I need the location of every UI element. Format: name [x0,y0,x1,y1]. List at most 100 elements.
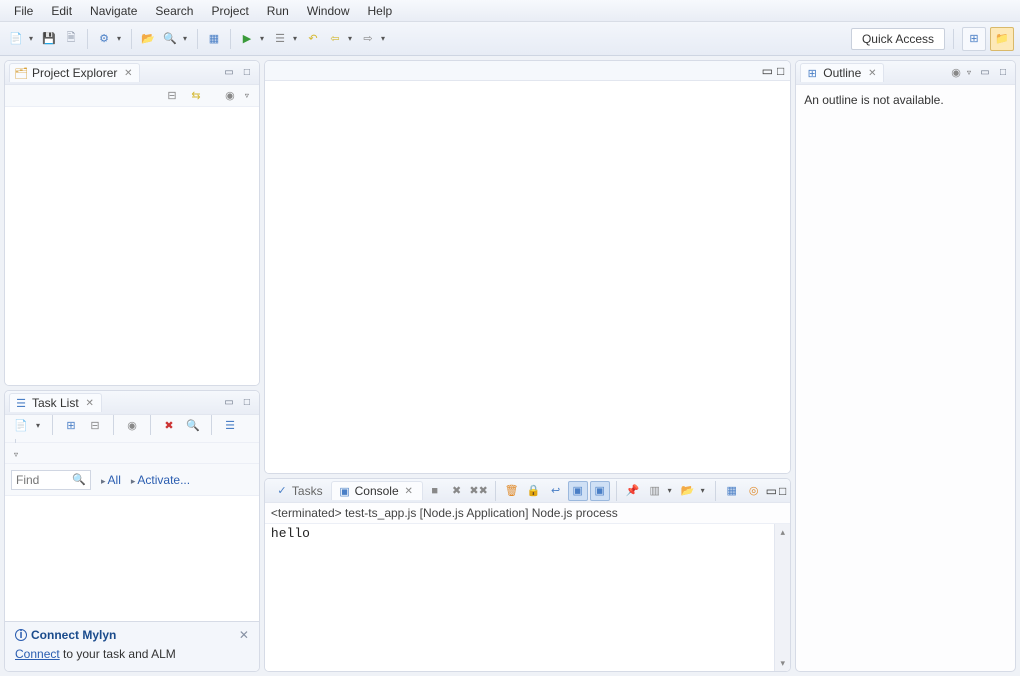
focus-workweek-button[interactable]: ◉ [122,415,142,435]
find-input-box[interactable]: 🔍 [11,470,91,490]
search-icon[interactable]: 🔍 [72,473,86,487]
show-on-error-button[interactable]: ▣ [590,481,610,501]
debug-view-button[interactable]: ▦ [722,481,742,501]
menu-window[interactable]: Window [299,2,358,20]
menu-help[interactable]: Help [360,2,401,20]
task-list-body [5,496,259,621]
dropdown-arrow-icon[interactable]: ▾ [29,34,37,43]
menu-run[interactable]: Run [259,2,297,20]
task-list-tab[interactable]: ☰ Task List ✕ [9,393,102,412]
maximize-icon[interactable]: □ [779,484,786,498]
toggle-breadcrumb-button[interactable]: ▦ [204,29,224,49]
menu-navigate[interactable]: Navigate [82,2,145,20]
debug-button[interactable]: ☰ [270,29,290,49]
minimize-icon[interactable]: ▭ [762,64,773,78]
workspace: 🗂 Project Explorer ✕ ▭ □ ⊟ ⇆ ◉ ▿ ☰ [0,56,1020,676]
console-output[interactable]: hello [265,524,790,543]
show-on-output-button[interactable]: ▣ [568,481,588,501]
maximize-icon[interactable]: □ [995,65,1011,81]
categorized-button[interactable]: ⊞ [61,415,81,435]
dropdown-arrow-icon[interactable]: ▾ [183,34,191,43]
nav-back-button[interactable]: ⇦ [325,29,345,49]
find-button[interactable]: 🔍 [183,415,203,435]
project-explorer-toolbar: ⊟ ⇆ ◉ ▿ [5,85,259,107]
outline-tab[interactable]: ⊞ Outline ✕ [800,63,884,82]
collapse-button[interactable]: ☰ [220,415,240,435]
editor-header: ▭ □ [265,61,790,81]
open-perspective-button[interactable]: ⊞ [962,27,986,51]
maximize-icon[interactable]: □ [777,64,784,78]
menu-search[interactable]: Search [147,2,201,20]
dropdown-arrow-icon[interactable]: ▾ [348,34,356,43]
scroll-down-icon[interactable]: ▾ [775,655,790,671]
clear-console-button[interactable]: 🗑 [502,481,522,501]
remove-launch-button[interactable]: ✖ [447,481,467,501]
search-button[interactable]: 🔍 [160,29,180,49]
toolbar-separator [953,29,954,49]
console-header: ✓ Tasks ▣ Console ✕ ■ ✖ ✖✖ 🗑 🔒 ↩ [265,479,790,503]
all-filter-link[interactable]: ▸All [101,473,121,487]
view-menu-icon[interactable]: ▿ [967,68,975,77]
word-wrap-button[interactable]: ↩ [546,481,566,501]
menu-file[interactable]: File [6,2,41,20]
project-explorer-tab[interactable]: 🗂 Project Explorer ✕ [9,63,140,82]
view-menu-icon[interactable]: ▿ [245,91,253,100]
build-button[interactable]: ⚙ [94,29,114,49]
close-icon[interactable]: ✕ [402,484,416,498]
tasks-tab[interactable]: ✓ Tasks [269,482,329,500]
resource-perspective-button[interactable]: 📁 [990,27,1014,51]
close-icon[interactable]: ✕ [121,66,135,80]
pin-console-button[interactable]: 📌 [623,481,643,501]
new-button[interactable]: 📄 [6,29,26,49]
menu-edit[interactable]: Edit [43,2,80,20]
mylyn-connect-link[interactable]: Connect [15,647,60,661]
terminate-button[interactable]: ■ [425,481,445,501]
new-task-button[interactable]: 📄 [11,415,31,435]
dropdown-arrow-icon[interactable]: ▾ [381,34,389,43]
save-button[interactable]: 💾 [39,29,59,49]
hide-button[interactable]: ✖ [159,415,179,435]
minimize-icon[interactable]: ▭ [221,65,237,81]
save-all-button[interactable]: 🗎 [61,29,81,49]
back-undo-button[interactable]: ↶ [303,29,323,49]
console-toolbar: ■ ✖ ✖✖ 🗑 🔒 ↩ ▣ ▣ 📌 ▥▾ 📂▾ ▦ ◎ ▭ [425,481,787,501]
view-menu-icon[interactable]: ▿ [14,450,22,459]
display-console-button[interactable]: ▥ [645,481,665,501]
scroll-up-icon[interactable]: ▴ [775,524,790,540]
minimize-icon[interactable]: ▭ [977,65,993,81]
outline-title: Outline [823,66,861,80]
dropdown-arrow-icon[interactable]: ▾ [668,486,676,495]
vertical-scrollbar[interactable]: ▴ ▾ [774,524,790,671]
editor-panel: ▭ □ [264,60,791,474]
dropdown-arrow-icon[interactable]: ▾ [36,421,44,430]
minimize-icon[interactable]: ▭ [766,484,777,498]
close-icon[interactable]: ✕ [83,396,97,410]
maximize-icon[interactable]: □ [239,395,255,411]
mylyn-close-icon[interactable]: ✕ [239,628,249,642]
ant-button[interactable]: ◎ [744,481,764,501]
activate-filter-link[interactable]: ▸Activate... [131,473,190,487]
open-console-button[interactable]: 📂 [678,481,698,501]
dropdown-arrow-icon[interactable]: ▾ [260,34,268,43]
dropdown-arrow-icon[interactable]: ▾ [701,486,709,495]
dropdown-arrow-icon[interactable]: ▾ [117,34,125,43]
focus-task-button[interactable]: ◉ [220,86,240,106]
collapse-all-button[interactable]: ⊟ [162,86,182,106]
remove-all-button[interactable]: ✖✖ [469,481,489,501]
minimize-icon[interactable]: ▭ [221,395,237,411]
console-tab[interactable]: ▣ Console ✕ [331,481,423,500]
toolbar-separator [211,415,212,435]
nav-forward-button[interactable]: ⇨ [358,29,378,49]
dropdown-arrow-icon[interactable]: ▾ [293,34,301,43]
scheduled-button[interactable]: ⊟ [85,415,105,435]
link-editor-button[interactable]: ⇆ [186,86,206,106]
find-input[interactable] [16,473,66,487]
open-type-button[interactable]: 📂 [138,29,158,49]
run-button[interactable]: ▶ [237,29,257,49]
scroll-lock-button[interactable]: 🔒 [524,481,544,501]
menu-project[interactable]: Project [203,2,256,20]
quick-access-button[interactable]: Quick Access [851,28,945,50]
close-icon[interactable]: ✕ [865,66,879,80]
maximize-icon[interactable]: □ [239,65,255,81]
outline-focus-button[interactable]: ◉ [946,63,966,83]
